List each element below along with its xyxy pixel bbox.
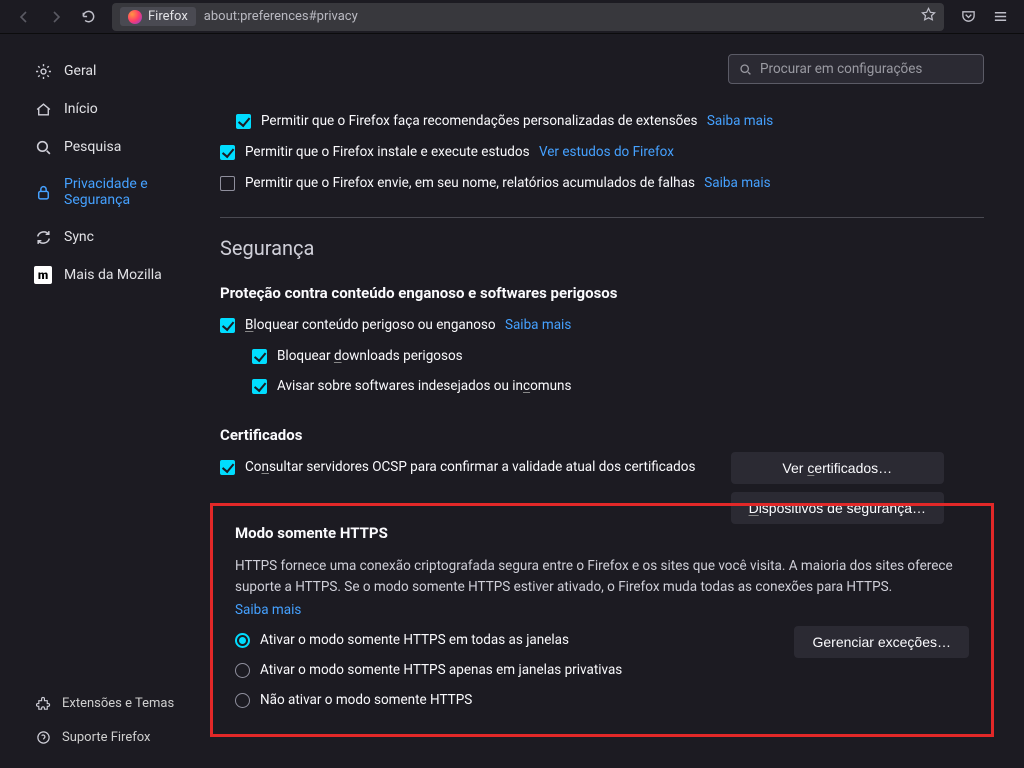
sidebar-item-label: Mais da Mozilla bbox=[64, 267, 162, 283]
ocsp-checkbox[interactable] bbox=[220, 460, 235, 475]
radio-label: Ativar o modo somente HTTPS em todas as … bbox=[260, 632, 569, 648]
block-dangerous-downloads-checkbox[interactable] bbox=[252, 349, 267, 364]
lock-icon bbox=[34, 183, 52, 201]
checkbox-label: Consultar servidores OCSP para confirmar… bbox=[245, 458, 695, 477]
sidebar-item-label: Geral bbox=[64, 63, 96, 79]
checkbox-label: Permitir que o Firefox envie, em seu nom… bbox=[245, 175, 695, 191]
preferences-search-input[interactable]: Procurar em configurações bbox=[728, 54, 984, 84]
allow-extension-recommendations-row: Permitir que o Firefox faça recomendaçõe… bbox=[236, 112, 984, 131]
allow-studies-row: Permitir que o Firefox instale e execute… bbox=[220, 143, 984, 162]
checkbox-label: Avisar sobre softwares indesejados ou in… bbox=[277, 377, 571, 396]
radio-button[interactable] bbox=[235, 633, 250, 648]
checkbox-label: Bloquear downloads perigosos bbox=[277, 347, 463, 366]
learn-more-link[interactable]: Saiba mais bbox=[704, 175, 770, 191]
app-menu-button[interactable] bbox=[986, 3, 1014, 31]
sidebar-item-search[interactable]: Pesquisa bbox=[0, 128, 200, 166]
checkbox-label: Permitir que o Firefox faça recomendaçõe… bbox=[261, 113, 698, 129]
url-bar[interactable]: Firefox about:preferences#privacy bbox=[112, 3, 944, 31]
gear-icon bbox=[34, 62, 52, 80]
radio-button[interactable] bbox=[235, 693, 250, 708]
search-placeholder: Procurar em configurações bbox=[760, 61, 922, 77]
sidebar-support[interactable]: Suporte Firefox bbox=[0, 720, 200, 754]
sidebar-item-sync[interactable]: Sync bbox=[0, 218, 200, 256]
block-dangerous-content-row: Bloquear conteúdo perigoso ou enganoso S… bbox=[220, 316, 984, 335]
sync-icon bbox=[34, 228, 52, 246]
home-icon bbox=[34, 100, 52, 118]
https-only-heading: Modo somente HTTPS bbox=[235, 524, 969, 542]
search-icon bbox=[34, 138, 52, 156]
checkbox-label: Permitir que o Firefox instale e execute… bbox=[245, 144, 530, 160]
identity-label: Firefox bbox=[148, 9, 188, 24]
sidebar-item-label: Pesquisa bbox=[64, 139, 121, 155]
url-text: about:preferences#privacy bbox=[204, 9, 358, 24]
https-private-windows-option[interactable]: Ativar o modo somente HTTPS apenas em ja… bbox=[235, 662, 969, 678]
view-certificates-button[interactable]: Ver certificados… bbox=[731, 452, 944, 484]
block-dangerous-downloads-row: Bloquear downloads perigosos bbox=[252, 347, 984, 366]
deceptive-content-heading: Proteção contra conteúdo enganoso e soft… bbox=[220, 284, 984, 302]
section-separator bbox=[220, 217, 984, 218]
block-dangerous-content-checkbox[interactable] bbox=[220, 318, 235, 333]
browser-toolbar: Firefox about:preferences#privacy bbox=[0, 0, 1024, 34]
identity-box[interactable]: Firefox bbox=[120, 7, 196, 26]
manage-exceptions-button[interactable]: Gerenciar exceções… bbox=[794, 626, 969, 658]
sidebar-item-general[interactable]: Geral bbox=[0, 52, 200, 90]
learn-more-link[interactable]: Saiba mais bbox=[235, 602, 301, 618]
help-icon bbox=[34, 728, 52, 746]
view-studies-link[interactable]: Ver estudos do Firefox bbox=[539, 144, 674, 160]
sidebar-item-label: Sync bbox=[64, 229, 94, 245]
checkbox-label: Bloquear conteúdo perigoso ou enganoso bbox=[245, 317, 496, 333]
allow-studies-checkbox[interactable] bbox=[220, 145, 235, 160]
learn-more-link[interactable]: Saiba mais bbox=[707, 113, 773, 129]
https-only-section: Modo somente HTTPS HTTPS fornece uma con… bbox=[210, 503, 994, 737]
save-to-pocket-button[interactable] bbox=[954, 3, 982, 31]
allow-crash-reports-checkbox[interactable] bbox=[220, 176, 235, 191]
allow-extension-recommendations-checkbox[interactable] bbox=[236, 114, 251, 129]
back-button[interactable] bbox=[10, 3, 38, 31]
certificates-heading: Certificados bbox=[220, 426, 984, 444]
learn-more-link[interactable]: Saiba mais bbox=[505, 317, 571, 333]
preferences-main: Procurar em configurações Permitir que o… bbox=[200, 34, 1024, 768]
forward-button[interactable] bbox=[42, 3, 70, 31]
radio-button[interactable] bbox=[235, 663, 250, 678]
reload-button[interactable] bbox=[74, 3, 102, 31]
firefox-logo-icon bbox=[128, 10, 142, 24]
security-heading: Segurança bbox=[220, 236, 984, 260]
warn-uncommon-software-row: Avisar sobre softwares indesejados ou in… bbox=[252, 377, 984, 396]
sidebar-item-home[interactable]: Início bbox=[0, 90, 200, 128]
allow-crash-reports-row: Permitir que o Firefox envie, em seu nom… bbox=[220, 174, 984, 193]
sidebar-bottom-label: Suporte Firefox bbox=[62, 730, 150, 745]
mozilla-icon: m bbox=[34, 266, 52, 284]
sidebar-item-label: Início bbox=[64, 101, 98, 117]
radio-label: Ativar o modo somente HTTPS apenas em ja… bbox=[260, 662, 622, 678]
sidebar-item-label: Privacidade e Segurança bbox=[64, 176, 182, 208]
https-off-option[interactable]: Não ativar o modo somente HTTPS bbox=[235, 692, 969, 708]
radio-label: Não ativar o modo somente HTTPS bbox=[260, 692, 472, 708]
preferences-sidebar: Geral Início Pesquisa Privacidade e Segu… bbox=[0, 34, 200, 768]
sidebar-item-privacy[interactable]: Privacidade e Segurança bbox=[0, 166, 200, 218]
https-only-description: HTTPS fornece uma conexão criptografada … bbox=[235, 556, 969, 598]
bookmark-star-icon[interactable] bbox=[921, 7, 936, 26]
warn-uncommon-software-checkbox[interactable] bbox=[252, 379, 267, 394]
puzzle-icon bbox=[34, 694, 52, 712]
sidebar-bottom-label: Extensões e Temas bbox=[62, 696, 174, 711]
sidebar-extensions-themes[interactable]: Extensões e Temas bbox=[0, 686, 200, 720]
search-icon bbox=[739, 63, 752, 76]
sidebar-item-mozilla[interactable]: m Mais da Mozilla bbox=[0, 256, 200, 294]
